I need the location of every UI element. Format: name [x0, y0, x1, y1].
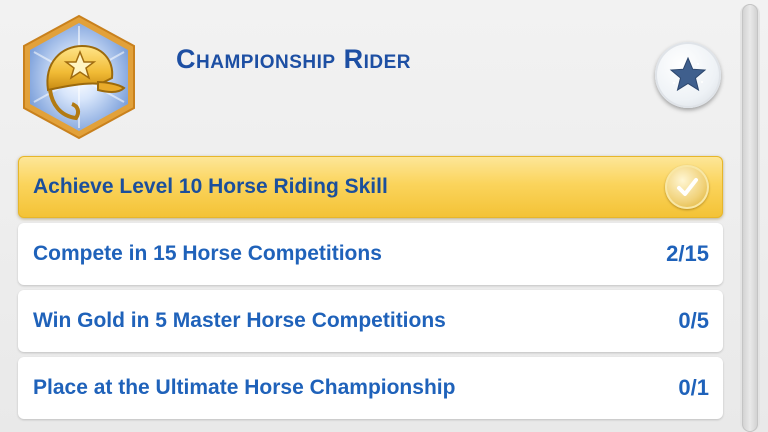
- star-icon: [669, 56, 707, 92]
- goal-list: Achieve Level 10 Horse Riding Skill Comp…: [18, 156, 723, 424]
- goal-progress: 0/1: [678, 375, 709, 400]
- riding-helmet-icon: [23, 14, 135, 140]
- aspiration-badge[interactable]: [14, 12, 144, 142]
- goal-row[interactable]: Win Gold in 5 Master Horse Competitions …: [18, 290, 723, 352]
- reward-star-button[interactable]: [655, 42, 721, 108]
- checkmark-icon: [665, 165, 709, 209]
- goal-label: Achieve Level 10 Horse Riding Skill: [33, 175, 388, 198]
- goal-label: Compete in 15 Horse Competitions: [33, 242, 382, 265]
- scrollbar-thumb[interactable]: [742, 4, 758, 432]
- goal-row[interactable]: Place at the Ultimate Horse Championship…: [18, 357, 723, 419]
- goal-progress: 2/15: [666, 241, 709, 266]
- aspiration-title: Championship Rider: [176, 44, 411, 74]
- goal-progress: 0/5: [678, 308, 709, 333]
- goal-row-completed[interactable]: Achieve Level 10 Horse Riding Skill: [18, 156, 723, 218]
- aspiration-panel: Championship Rider Achieve Level 10 Hors…: [0, 0, 768, 432]
- scrollbar[interactable]: [740, 4, 760, 432]
- goal-label: Place at the Ultimate Horse Championship: [33, 376, 456, 399]
- goal-row[interactable]: Compete in 15 Horse Competitions 2/15: [18, 223, 723, 285]
- goal-label: Win Gold in 5 Master Horse Competitions: [33, 309, 446, 332]
